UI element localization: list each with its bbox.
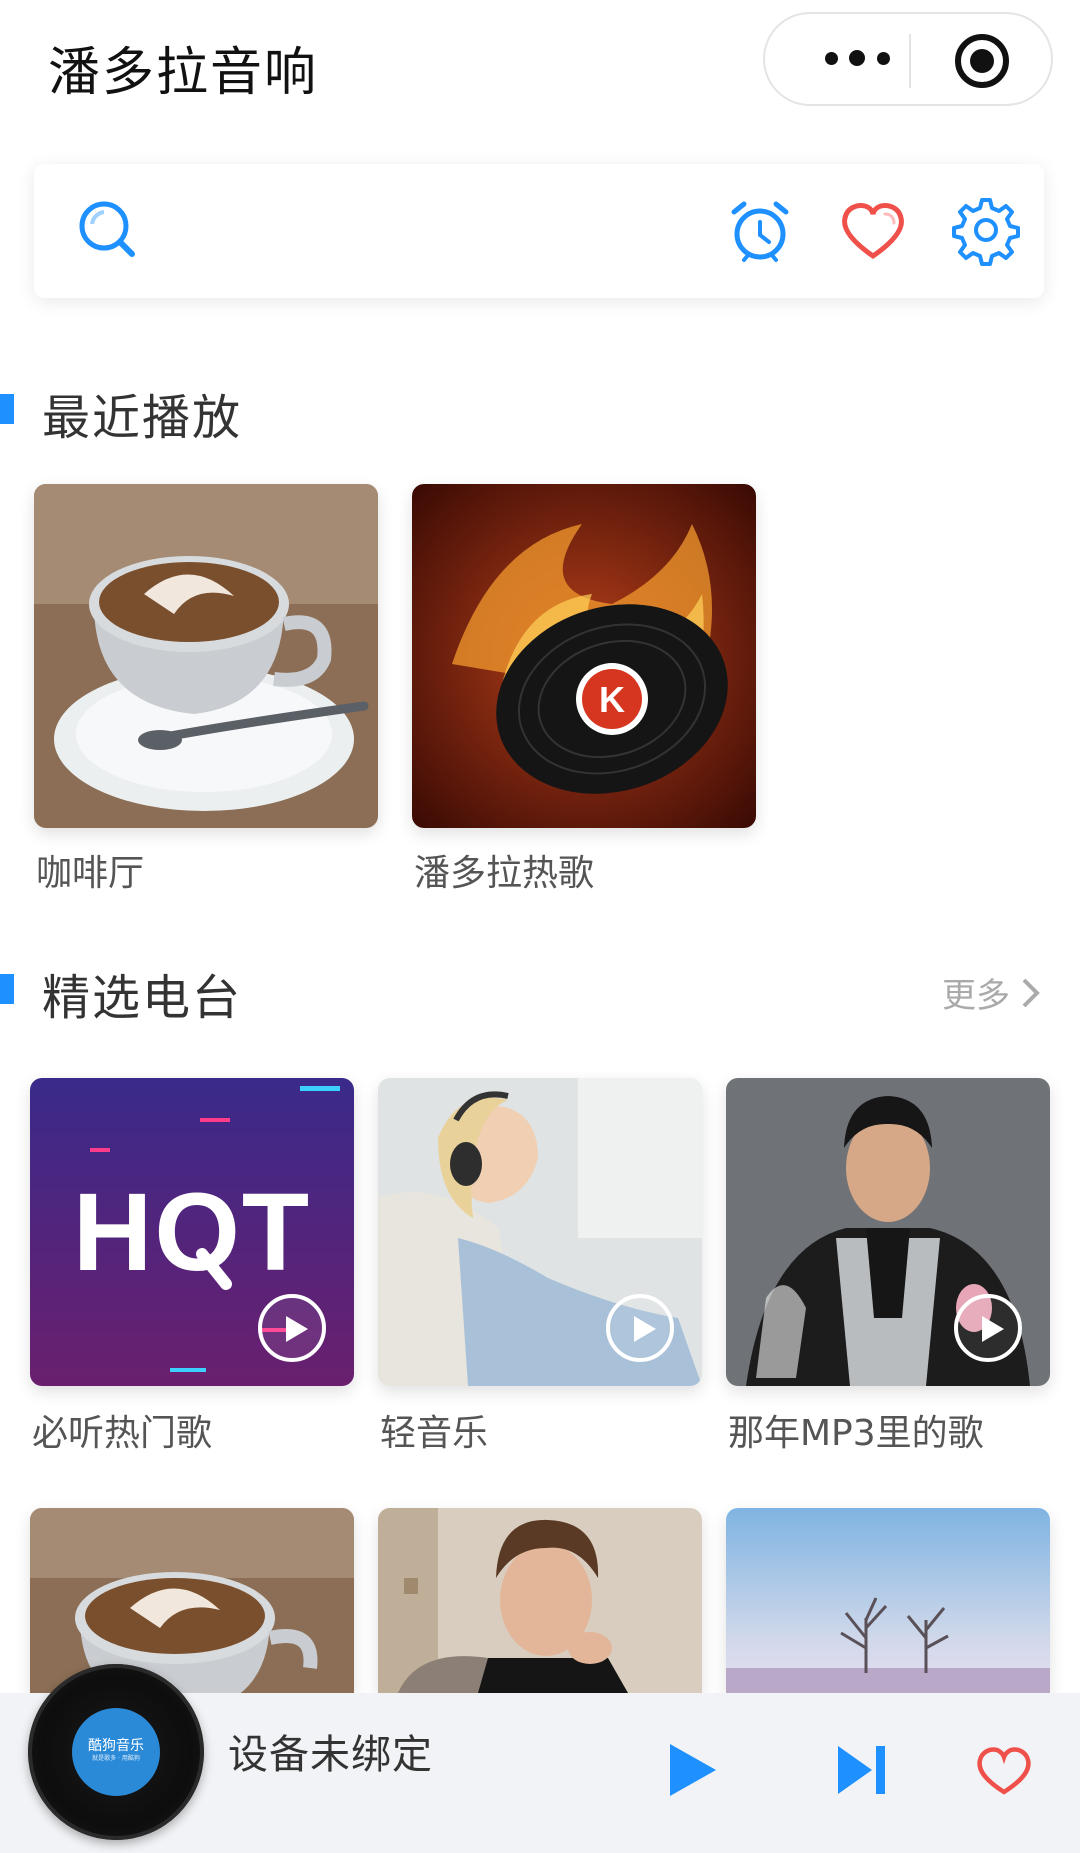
radio-card[interactable]: 那年MP3里的歌 bbox=[726, 1078, 1050, 1458]
disc-brand: 酷狗音乐 bbox=[88, 1738, 144, 1754]
now-playing-disc[interactable]: 酷狗音乐 就是歌多 · 用酷狗 bbox=[28, 1664, 204, 1840]
section-title-recent: 最近播放 bbox=[42, 390, 243, 446]
album-cover-flaming-vinyl: K bbox=[412, 484, 756, 828]
page-title: 潘多拉音响 bbox=[48, 43, 319, 103]
album-cover-young-man bbox=[378, 1508, 702, 1693]
close-mini-program-button[interactable] bbox=[955, 34, 1009, 88]
search-icon[interactable] bbox=[72, 194, 144, 266]
play-icon[interactable] bbox=[258, 1294, 326, 1362]
card-label: 潘多拉热歌 bbox=[414, 853, 595, 894]
top-nav-bar: 潘多拉音响 bbox=[0, 0, 1080, 130]
alarm-clock-icon[interactable] bbox=[724, 194, 796, 266]
svg-text:HOT: HOT bbox=[73, 1171, 311, 1294]
more-options-button[interactable] bbox=[807, 36, 907, 82]
radio-card[interactable]: HOT 必听热门歌 bbox=[30, 1078, 354, 1458]
section-title-radio: 精选电台 bbox=[42, 970, 243, 1026]
chevron-right-icon bbox=[1022, 978, 1040, 1007]
album-cover-latte bbox=[34, 484, 378, 828]
card-label: 那年MP3里的歌 bbox=[728, 1413, 984, 1454]
album-cover-winter-trees bbox=[726, 1508, 1050, 1693]
play-icon[interactable] bbox=[954, 1294, 1022, 1362]
play-icon[interactable] bbox=[662, 1740, 722, 1800]
section-accent-bar bbox=[0, 974, 14, 1004]
card-label: 必听热门歌 bbox=[32, 1413, 213, 1454]
heart-icon[interactable] bbox=[837, 194, 909, 266]
mini-program-capsule bbox=[763, 12, 1053, 106]
card-label: 咖啡厅 bbox=[36, 853, 145, 894]
search-toolbar bbox=[34, 164, 1044, 298]
player-status-text: 设备未绑定 bbox=[228, 1732, 433, 1778]
disc-tagline: 就是歌多 · 用酷狗 bbox=[92, 1755, 140, 1762]
svg-text:K: K bbox=[599, 679, 625, 720]
album-cover-latte bbox=[30, 1508, 354, 1693]
radio-card[interactable] bbox=[726, 1508, 1050, 1693]
gear-icon[interactable] bbox=[950, 194, 1022, 266]
capsule-divider bbox=[909, 34, 911, 88]
heart-icon[interactable] bbox=[974, 1740, 1034, 1800]
play-icon[interactable] bbox=[606, 1294, 674, 1362]
more-link-label: 更多 bbox=[942, 976, 1010, 1016]
recent-card[interactable]: K 潘多拉热歌 bbox=[412, 484, 756, 894]
recent-card[interactable]: 咖啡厅 bbox=[34, 484, 378, 894]
next-track-icon[interactable] bbox=[832, 1740, 892, 1800]
radio-card[interactable] bbox=[378, 1508, 702, 1693]
card-label: 轻音乐 bbox=[380, 1413, 489, 1454]
radio-card[interactable]: 轻音乐 bbox=[378, 1078, 702, 1458]
more-link[interactable]: 更多 bbox=[942, 968, 1042, 1017]
radio-card[interactable] bbox=[30, 1508, 354, 1693]
section-accent-bar bbox=[0, 394, 14, 424]
disc-label: 酷狗音乐 就是歌多 · 用酷狗 bbox=[72, 1708, 160, 1796]
